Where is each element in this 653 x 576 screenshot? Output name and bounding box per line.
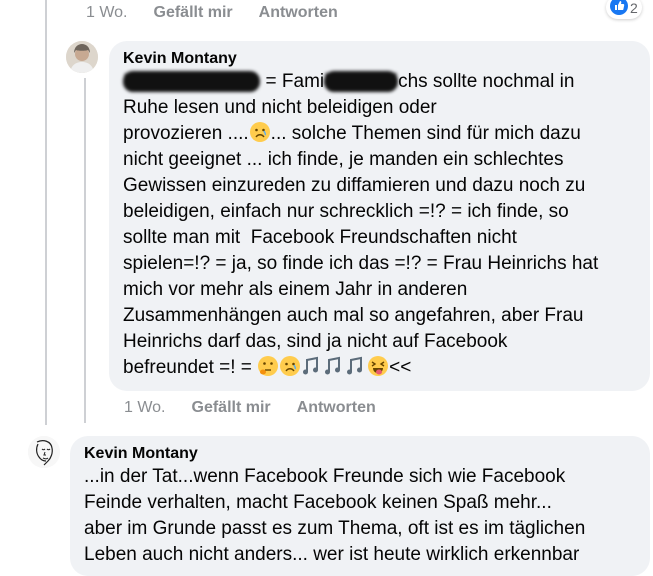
thinking-face-emoji-icon [258, 356, 279, 376]
comment-bubble: Kevin Montany ...in der Tat...wenn Faceb… [70, 436, 650, 576]
avatar[interactable] [66, 41, 98, 73]
comment-text: ...in der Tat...wenn Facebook Freunde si… [84, 466, 586, 565]
reply-button[interactable]: Antworten [259, 4, 338, 22]
comment-author[interactable]: Kevin Montany [123, 49, 636, 69]
reply-button[interactable]: Antworten [297, 399, 376, 417]
redacted-mention: lie Heinri [324, 71, 399, 92]
thread-line-reply [84, 78, 86, 423]
music-notes-emoji-icon [303, 356, 319, 375]
comment-timestamp: 1 Wo. [86, 4, 128, 21]
like-icon [610, 0, 628, 18]
sad-face-emoji-icon [280, 356, 301, 376]
music-notes-emoji-icon [347, 356, 363, 375]
like-button[interactable]: Gefällt mir [154, 4, 233, 22]
profile-sketch-icon [28, 436, 60, 468]
comment-author[interactable]: Kevin Montany [84, 444, 636, 464]
comment-actions: 1 Wo. Gefällt mir Antworten [124, 399, 376, 417]
music-notes-emoji-icon [325, 356, 341, 375]
like-button[interactable]: Gefällt mir [192, 399, 271, 417]
comment-timestamp: 1 Wo. [124, 399, 166, 416]
comment-text: Marco Heinrichs = Familie Heinrichs soll… [123, 71, 599, 378]
profile-photo-icon [66, 41, 98, 73]
comment-bubble: Kevin Montany Marco Heinrichs = Familie … [109, 41, 650, 391]
reaction-badge[interactable]: 2 [606, 0, 642, 19]
thread-line-main [45, 0, 47, 425]
redacted-mention[interactable]: Marco Heinrichs [123, 71, 261, 92]
squinting-tongue-emoji-icon [368, 356, 389, 376]
top-comment-actions: 1 Wo. Gefällt mir Antworten [86, 4, 338, 22]
avatar[interactable] [28, 436, 60, 468]
reaction-count: 2 [630, 0, 638, 16]
sad-face-emoji-icon [249, 122, 270, 142]
